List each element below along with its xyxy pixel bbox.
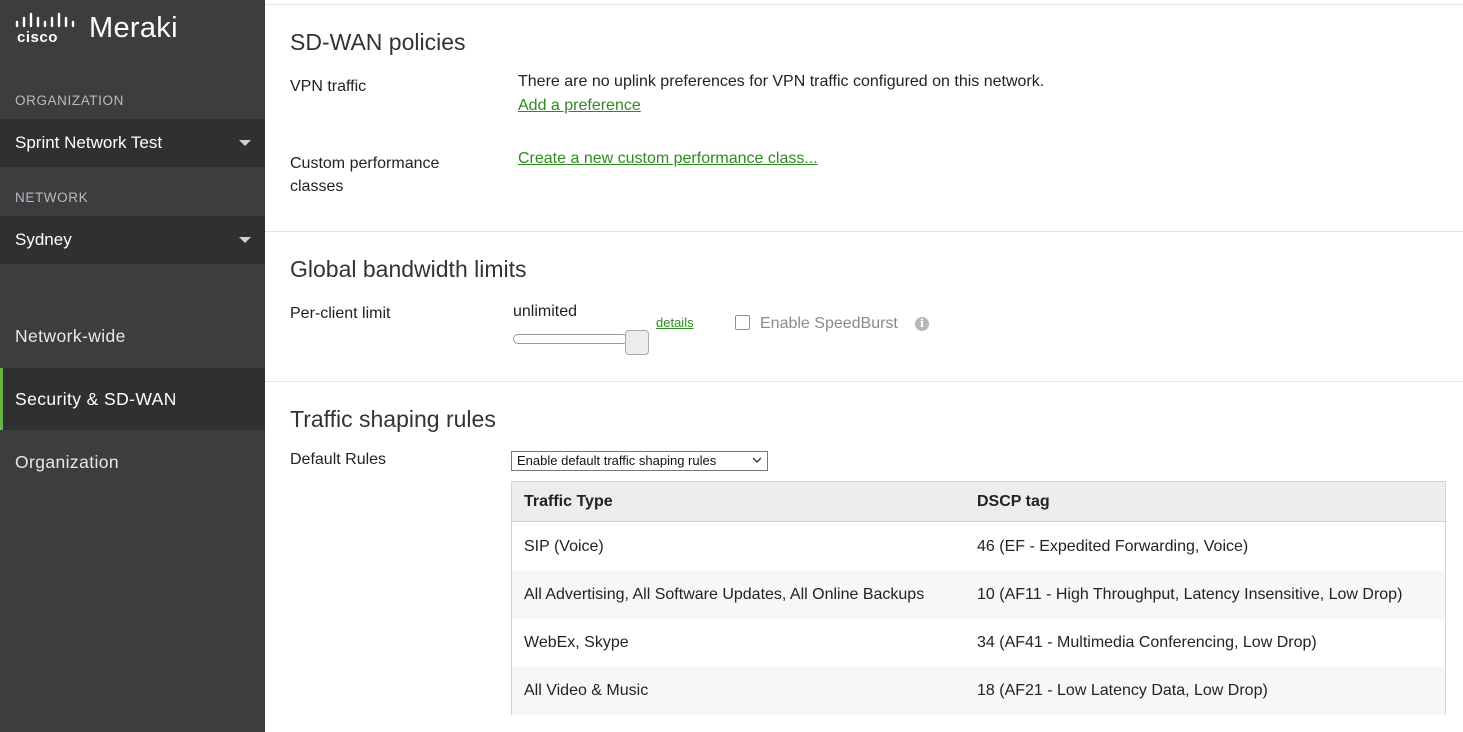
nav-item-label: Network-wide — [15, 325, 126, 346]
traffic-shaping-title: Traffic shaping rules — [290, 406, 496, 432]
main-content: SD-WAN policies VPN traffic There are no… — [265, 0, 1463, 732]
add-preference-link[interactable]: Add a preference — [518, 97, 641, 115]
cisco-bars-icon — [15, 12, 75, 28]
speedburst-checkbox[interactable] — [735, 315, 750, 330]
table-row: All Video & Music 18 (AF21 - Low Latency… — [512, 667, 1445, 715]
table-row: All Advertising, All Software Updates, A… — [512, 571, 1445, 619]
bandwidth-limits-title: Global bandwidth limits — [290, 256, 527, 282]
dscp-tag-cell: 46 (EF - Expedited Forwarding, Voice) — [977, 538, 1249, 555]
vpn-traffic-message: There are no uplink preferences for VPN … — [518, 73, 1045, 90]
sdwan-policies-title: SD-WAN policies — [290, 29, 466, 55]
traffic-type-cell: All Video & Music — [524, 682, 649, 699]
create-performance-class-link[interactable]: Create a new custom performance class... — [518, 150, 818, 168]
dscp-tag-cell: 18 (AF21 - Low Latency Data, Low Drop) — [977, 682, 1268, 699]
meraki-wordmark: Meraki — [89, 11, 178, 44]
cisco-wordmark: cisco — [17, 29, 58, 46]
chevron-down-icon — [752, 457, 762, 463]
column-header-traffic-type: Traffic Type — [524, 493, 613, 510]
custom-performance-label-line1: Custom performance — [290, 155, 440, 172]
limit-value: unlimited — [513, 303, 578, 320]
nav-item-security-sdwan[interactable]: Security & SD-WAN — [0, 368, 265, 430]
default-rules-select-value: Enable default traffic shaping rules — [517, 453, 717, 468]
caret-down-icon — [239, 140, 251, 146]
custom-performance-label: Custom performance classes — [290, 152, 439, 198]
network-value: Sydney — [15, 230, 72, 249]
column-header-dscp-tag: DSCP tag — [977, 493, 1050, 510]
table-header: Traffic Type DSCP tag — [512, 482, 1445, 522]
organization-value: Sprint Network Test — [15, 133, 163, 152]
custom-performance-label-line2: classes — [290, 178, 344, 195]
organization-selector[interactable]: Sprint Network Test — [0, 119, 265, 167]
organization-label: ORGANIZATION — [15, 93, 124, 108]
info-icon[interactable]: i — [915, 317, 929, 331]
traffic-type-cell: All Advertising, All Software Updates, A… — [524, 586, 925, 603]
per-client-limit-label: Per-client limit — [290, 305, 391, 322]
divider — [265, 231, 1463, 232]
cisco-meraki-logo[interactable]: cisco Meraki — [15, 10, 178, 46]
table-row: SIP (Voice) 46 (EF - Expedited Forwardin… — [512, 523, 1445, 571]
vpn-traffic-label: VPN traffic — [290, 78, 367, 95]
bandwidth-slider-handle[interactable] — [625, 330, 649, 355]
divider — [265, 4, 1463, 5]
traffic-rules-table: Traffic Type DSCP tag SIP (Voice) 46 (EF… — [511, 481, 1446, 715]
nav-item-label: Organization — [15, 451, 120, 472]
table-row: WebEx, Skype 34 (AF41 - Multimedia Confe… — [512, 619, 1445, 667]
caret-down-icon — [239, 237, 251, 243]
traffic-type-cell: SIP (Voice) — [524, 538, 604, 555]
network-selector[interactable]: Sydney — [0, 216, 265, 264]
dscp-tag-cell: 10 (AF11 - High Throughput, Latency Inse… — [977, 586, 1403, 603]
cisco-logo: cisco — [15, 12, 75, 46]
dscp-tag-cell: 34 (AF41 - Multimedia Conferencing, Low … — [977, 634, 1317, 651]
default-rules-label: Default Rules — [290, 451, 387, 468]
nav-item-network-wide[interactable]: Network-wide — [0, 305, 265, 367]
sidebar: cisco Meraki ORGANIZATION Sprint Network… — [0, 0, 265, 732]
nav-item-label: Security & SD-WAN — [15, 388, 177, 409]
details-link[interactable]: details — [656, 315, 694, 330]
default-rules-select[interactable]: Enable default traffic shaping rules — [511, 451, 768, 471]
network-label: NETWORK — [15, 190, 89, 205]
bandwidth-slider-track[interactable] — [513, 334, 628, 344]
traffic-type-cell: WebEx, Skype — [524, 634, 629, 651]
divider — [265, 381, 1463, 382]
nav-item-organization[interactable]: Organization — [0, 431, 265, 493]
speedburst-label: Enable SpeedBurst — [760, 315, 898, 332]
